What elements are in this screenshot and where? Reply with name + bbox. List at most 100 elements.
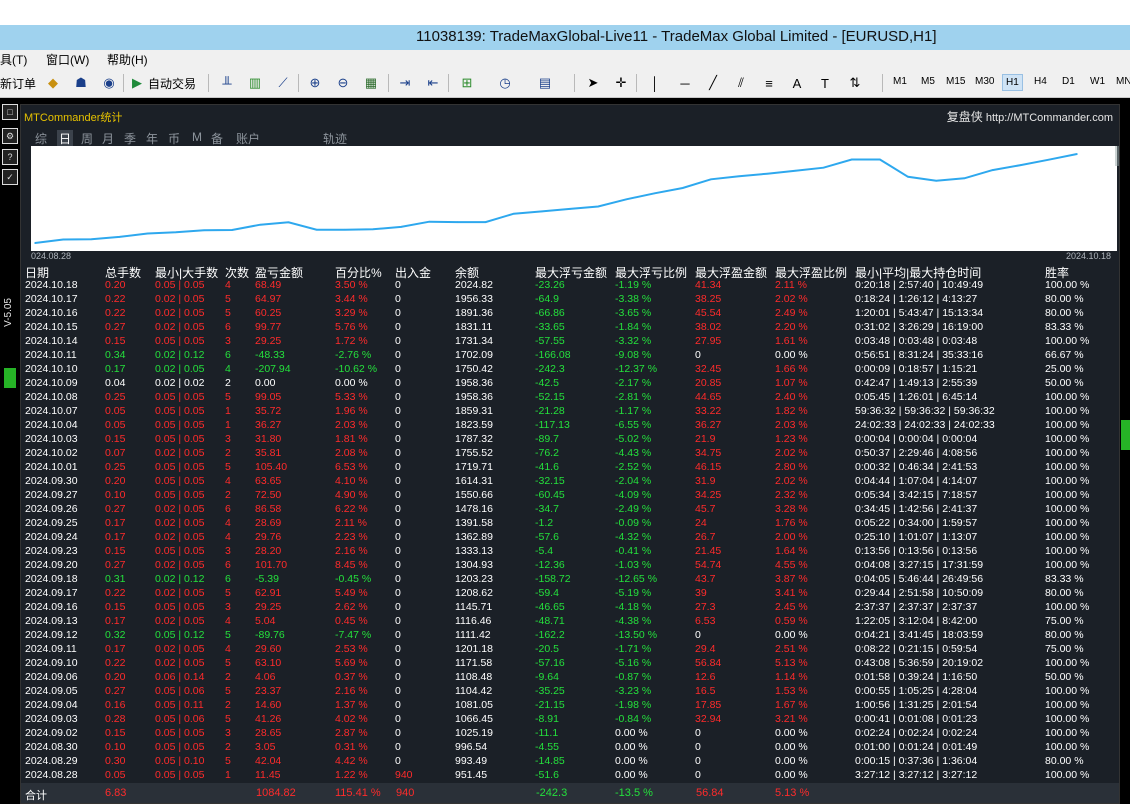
table-row[interactable]: 2024.08.29 0.30 0.05 | 0.10 5 42.04 4.42 % 0 99… [25,755,1117,769]
help-icon[interactable]: ? [2,149,18,165]
table-row[interactable]: 2024.09.23 0.15 0.05 | 0.05 3 28.20 2.16 % 0 13… [25,545,1117,559]
templates-icon[interactable]: ▤ [536,74,554,92]
timeframe-h4[interactable]: H4 [1034,76,1047,87]
menu-help[interactable]: 帮助(H) [107,51,148,68]
table-row[interactable]: 2024.10.11 0.34 0.02 | 0.12 6 -48.33 -2.76 % 0… [25,349,1117,363]
timeframe-d1[interactable]: D1 [1062,76,1075,87]
table-row[interactable]: 2024.09.11 0.17 0.02 | 0.05 4 29.60 2.53 % 0 12… [25,643,1117,657]
timeframe-w1[interactable]: W1 [1090,76,1105,87]
arrows-icon[interactable]: ⇅ [846,74,864,92]
cell-3: 3 [225,433,231,445]
tab-0[interactable]: 综 [35,130,47,147]
cell-5: 4.10 % [335,475,368,487]
zoom-in-icon[interactable]: ⊕ [306,74,324,92]
auto-trade-button[interactable]: 自动交易 [148,73,196,93]
menu-tools[interactable]: 具(T) [0,51,27,68]
table-row[interactable]: 2024.09.10 0.22 0.02 | 0.05 5 63.10 5.69 % 0 11… [25,657,1117,671]
table-row[interactable]: 2024.09.06 0.20 0.06 | 0.14 2 4.06 0.37 % 0 110… [25,671,1117,685]
fibonacci-icon[interactable]: ≡ [760,74,778,92]
table-row[interactable]: 2024.10.14 0.15 0.05 | 0.05 3 29.25 1.72 % 0 17… [25,335,1117,349]
check-icon[interactable]: ✓ [2,169,18,185]
crosshair-icon[interactable]: ✛ [612,74,630,92]
tab-8[interactable]: 备 [211,130,223,147]
table-row[interactable]: 2024.10.08 0.25 0.05 | 0.05 5 99.05 5.33 % 0 19… [25,391,1117,405]
candlestick-icon[interactable]: ▥ [246,74,264,92]
table-row[interactable]: 2024.10.16 0.22 0.02 | 0.05 5 60.25 3.29 % 0 18… [25,307,1117,321]
table-row[interactable]: 2024.10.18 0.20 0.05 | 0.05 4 68.49 3.50 % 0 20… [25,279,1117,293]
periods-icon[interactable]: ◷ [496,74,514,92]
tab-6[interactable]: 币 [168,130,180,147]
tab-7[interactable]: M [192,130,202,144]
site-url[interactable]: http://MTCommander.com [986,112,1113,124]
gold-icon[interactable]: ◆ [44,74,62,92]
market-watch-icon[interactable]: ☗ [72,74,90,92]
zoom-out-icon[interactable]: ⊖ [334,74,352,92]
indicators-icon[interactable]: ⊞ [458,74,476,92]
table-row[interactable]: 2024.09.02 0.15 0.05 | 0.05 3 28.65 2.87 % 0 10… [25,727,1117,741]
table-row[interactable]: 2024.09.20 0.27 0.02 | 0.05 6 101.70 8.45 % 0 1… [25,559,1117,573]
trendline-icon[interactable]: ╱ [704,74,722,92]
tab-5[interactable]: 年 [146,130,158,147]
cursor-icon[interactable]: ➤ [584,74,602,92]
cell-0: 2024.10.11 [25,349,77,361]
horizontal-line-icon[interactable]: ─ [676,74,694,92]
cell-12: 0:43:08 | 5:36:59 | 20:19:02 [855,657,984,669]
table-row[interactable]: 2024.09.03 0.28 0.05 | 0.06 5 41.26 4.02 % 0 10… [25,713,1117,727]
tab-9[interactable]: 账户 [236,130,260,147]
channel-icon[interactable]: ⫽ [732,74,750,92]
text-label-icon[interactable]: T [816,74,834,92]
table-row[interactable]: 2024.09.04 0.16 0.05 | 0.11 2 14.60 1.37 % 0 10… [25,699,1117,713]
line-chart-icon[interactable]: ⟋ [274,74,292,92]
new-order-button[interactable]: 新订单 [0,73,36,93]
table-row[interactable]: 2024.09.26 0.27 0.02 | 0.05 6 86.58 6.22 % 0 14… [25,503,1117,517]
window-icon[interactable]: □ [2,104,18,120]
table-row[interactable]: 2024.09.17 0.22 0.02 | 0.05 5 62.91 5.49 % 0 12… [25,587,1117,601]
bar-chart-icon[interactable]: ╨ [218,74,236,92]
table-row[interactable]: 2024.10.15 0.27 0.02 | 0.05 6 99.77 5.76 % 0 18… [25,321,1117,335]
table-row[interactable]: 2024.09.05 0.27 0.05 | 0.06 5 23.37 2.16 % 0 11… [25,685,1117,699]
table-row[interactable]: 2024.09.16 0.15 0.05 | 0.05 3 29.25 2.62 % 0 11… [25,601,1117,615]
timeframe-m1[interactable]: M1 [893,76,907,87]
vertical-line-icon[interactable]: │ [646,74,664,92]
tab-4[interactable]: 季 [124,130,136,147]
timeframe-m30[interactable]: M30 [975,76,994,87]
tile-windows-icon[interactable]: ▦ [362,74,380,92]
timeframe-m5[interactable]: M5 [921,76,935,87]
table-row[interactable]: 2024.09.27 0.10 0.05 | 0.05 2 72.50 4.90 % 0 15… [25,489,1117,503]
window-controls[interactable] [1110,0,1130,24]
table-row[interactable]: 2024.09.25 0.17 0.02 | 0.05 4 28.69 2.11 % 0 13… [25,517,1117,531]
table-row[interactable]: 2024.10.09 0.04 0.02 | 0.02 2 0.00 0.00 % 0 195… [25,377,1117,391]
table-row[interactable]: 2024.08.30 0.10 0.05 | 0.05 2 3.05 0.31 % 0 996… [25,741,1117,755]
table-row[interactable]: 2024.10.03 0.15 0.05 | 0.05 3 31.80 1.81 % 0 17… [25,433,1117,447]
auto-trade-icon[interactable]: ▶ [128,74,146,92]
table-row[interactable]: 2024.08.28 0.05 0.05 | 0.05 1 11.45 1.22 % 940… [25,769,1117,783]
table-row[interactable]: 2024.10.17 0.22 0.02 | 0.05 5 64.97 3.44 % 0 19… [25,293,1117,307]
menu-window[interactable]: 窗口(W) [46,51,89,68]
autoscroll-icon[interactable]: ⇤ [424,74,442,92]
tab-3[interactable]: 月 [102,130,114,147]
table-row[interactable]: 2024.10.10 0.17 0.02 | 0.05 4 -207.94 -10.62 … [25,363,1117,377]
tab-1[interactable]: 日 [57,130,74,147]
text-tool-icon[interactable]: A [788,74,806,92]
table-row[interactable]: 2024.09.12 0.32 0.05 | 0.12 5 -89.76 -7.47 % 0… [25,629,1117,643]
scrollbar[interactable] [1115,146,1119,166]
table-row[interactable]: 2024.09.13 0.17 0.02 | 0.05 4 5.04 0.45 % 0 111… [25,615,1117,629]
signals-icon[interactable]: ◉ [100,74,118,92]
timeframe-m15[interactable]: M15 [946,76,965,87]
tab-2[interactable]: 周 [81,130,93,147]
table-row[interactable]: 2024.10.01 0.25 0.05 | 0.05 5 105.40 6.53 % 0 1… [25,461,1117,475]
table-row[interactable]: 2024.10.07 0.05 0.05 | 0.05 1 35.72 1.96 % 0 18… [25,405,1117,419]
table-row[interactable]: 2024.10.04 0.05 0.05 | 0.05 1 36.27 2.03 % 0 18… [25,419,1117,433]
settings-icon[interactable]: ⚙ [2,128,18,144]
chart-shift-icon[interactable]: ⇥ [396,74,414,92]
table-row[interactable]: 2024.10.02 0.07 0.02 | 0.05 2 35.81 2.08 % 0 17… [25,447,1117,461]
site-link[interactable]: 复盘侠 http://MTCommander.com [947,108,1113,125]
table-row[interactable]: 2024.09.24 0.17 0.02 | 0.05 4 29.76 2.23 % 0 13… [25,531,1117,545]
tab-10[interactable]: 轨迹 [323,130,347,147]
table-row[interactable]: 2024.09.18 0.31 0.02 | 0.12 6 -5.39 -0.45 % 0 1… [25,573,1117,587]
cell-3: 3 [225,727,231,739]
timeframe-mn[interactable]: MN [1116,76,1130,87]
timeframe-h1[interactable]: H1 [1002,74,1023,91]
table-row[interactable]: 2024.09.30 0.20 0.05 | 0.05 4 63.65 4.10 % 0 16… [25,475,1117,489]
cell-8: -33.65 [535,321,565,333]
